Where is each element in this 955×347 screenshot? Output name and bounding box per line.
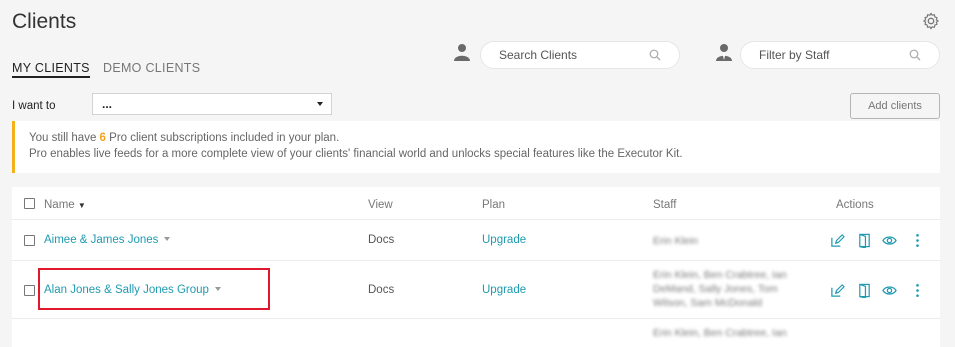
column-plan-header: Plan xyxy=(482,199,506,211)
tab-my-clients[interactable]: MY CLIENTS xyxy=(12,61,90,78)
edit-icon[interactable] xyxy=(830,233,845,248)
i-want-to-label: I want to xyxy=(12,100,56,112)
staff-icon xyxy=(716,44,732,61)
chevron-down-icon xyxy=(317,102,323,106)
search-icon xyxy=(909,49,921,61)
divider xyxy=(12,260,940,261)
view-value: Docs xyxy=(368,284,395,296)
edit-icon[interactable] xyxy=(830,283,845,298)
view-value: Docs xyxy=(368,234,395,246)
upgrade-link[interactable]: Upgrade xyxy=(482,284,526,296)
notice-line-1: You still have 6 Pro client subscription… xyxy=(29,132,340,144)
column-view-header: View xyxy=(368,199,393,211)
eye-icon[interactable] xyxy=(882,233,897,248)
divider xyxy=(12,219,940,220)
door-icon[interactable] xyxy=(857,283,872,298)
select-all-checkbox[interactable] xyxy=(24,198,35,209)
upgrade-link[interactable]: Upgrade xyxy=(482,234,526,246)
chevron-down-icon[interactable] xyxy=(164,237,171,241)
gear-icon[interactable] xyxy=(922,12,940,30)
highlight-box xyxy=(38,268,270,310)
search-icon xyxy=(649,49,661,61)
clients-table xyxy=(12,187,940,347)
staff-filter-placeholder: Filter by Staff xyxy=(759,48,830,62)
more-options-icon[interactable] xyxy=(910,233,925,248)
divider xyxy=(12,318,940,319)
pro-subscription-notice: You still have 6 Pro client subscription… xyxy=(12,121,940,173)
door-icon[interactable] xyxy=(857,233,872,248)
search-placeholder: Search Clients xyxy=(499,48,578,62)
column-name-header[interactable]: Name ▼ xyxy=(44,199,86,211)
add-clients-button[interactable]: Add clients xyxy=(850,93,940,119)
staff-filter-input[interactable]: Filter by Staff xyxy=(740,41,940,69)
row-checkbox[interactable] xyxy=(24,235,35,246)
action-select[interactable]: ... xyxy=(92,93,332,115)
column-actions-header: Actions xyxy=(836,199,874,211)
notice-line-2: Pro enables live feeds for a more comple… xyxy=(29,148,683,160)
eye-icon[interactable] xyxy=(882,283,897,298)
staff-names: Erin Klein, Ben Crabtree, Ian DeMand, Sa… xyxy=(653,269,787,309)
sort-desc-icon: ▼ xyxy=(77,201,86,210)
action-select-value: ... xyxy=(102,97,113,111)
staff-names: Erin Klein xyxy=(653,235,698,247)
search-input[interactable]: Search Clients xyxy=(480,41,680,69)
row-checkbox[interactable] xyxy=(24,285,35,296)
person-icon xyxy=(454,44,470,61)
client-name-link[interactable]: Aimee & James Jones xyxy=(44,234,171,246)
tab-demo-clients[interactable]: DEMO CLIENTS xyxy=(103,61,200,75)
column-staff-header: Staff xyxy=(653,199,677,211)
more-options-icon[interactable] xyxy=(910,283,925,298)
page-title: Clients xyxy=(12,10,77,33)
staff-names: Erin Klein, Ben Crabtree, Ian xyxy=(653,327,787,339)
